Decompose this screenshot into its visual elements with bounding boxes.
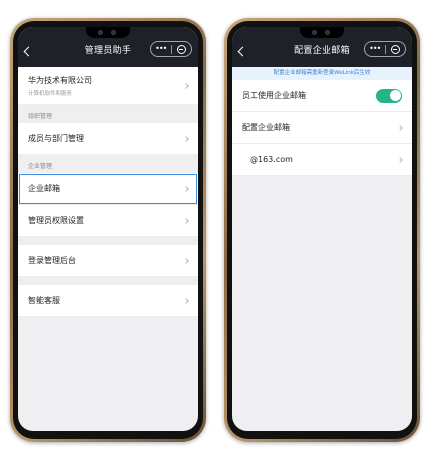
camera-lens-icon (98, 30, 103, 35)
login-admin-console-row[interactable]: 登录管理后台 (18, 245, 198, 277)
left-screen: 管理员助手 ••• 华为技术有限公司 计算机软件和服务 组织管理 成员与部门管理… (18, 27, 198, 431)
right-phone-bezel: 配置企业邮箱 ••• 配置企业邮箱需重新登录WeLink后生效 员工使用企业邮箱… (227, 21, 417, 439)
company-row[interactable]: 华为技术有限公司 计算机软件和服务 (18, 67, 198, 105)
minimize-circle-icon (176, 44, 186, 54)
members-label: 成员与部门管理 (28, 134, 84, 143)
company-industry: 计算机软件和服务 (28, 90, 73, 97)
smart-service-row[interactable]: 智能客服 (18, 285, 198, 317)
relogin-notice: 配置企业邮箱需重新登录WeLink后生效 (232, 67, 412, 80)
company-name: 华为技术有限公司 (28, 75, 92, 85)
email-label: 企业邮箱 (28, 184, 60, 193)
email-domain-row[interactable]: @163.com (232, 144, 412, 176)
camera-notch (86, 27, 130, 38)
use-email-row: 员工使用企业邮箱 (232, 80, 412, 112)
close-miniapp-button[interactable] (386, 44, 406, 54)
camera-lens-icon (325, 30, 330, 35)
service-label: 智能客服 (28, 296, 60, 305)
section-header-org: 组织管理 (28, 113, 53, 120)
left-phone-frame: 管理员助手 ••• 华为技术有限公司 计算机软件和服务 组织管理 成员与部门管理… (10, 18, 206, 442)
left-phone-bezel: 管理员助手 ••• 华为技术有限公司 计算机软件和服务 组织管理 成员与部门管理… (13, 21, 203, 439)
camera-lens-icon (111, 30, 116, 35)
section-header-enterprise: 企业管理 (28, 163, 53, 170)
login-admin-label: 登录管理后台 (28, 256, 76, 265)
members-departments-row[interactable]: 成员与部门管理 (18, 123, 198, 155)
right-phone-frame: 配置企业邮箱 ••• 配置企业邮箱需重新登录WeLink后生效 员工使用企业邮箱… (224, 18, 420, 442)
miniapp-capsule: ••• (364, 41, 406, 57)
permissions-label: 管理员权限设置 (28, 216, 84, 225)
use-email-toggle[interactable] (376, 88, 402, 103)
camera-notch (300, 27, 344, 38)
configure-email-label: 配置企业邮箱 (242, 123, 290, 132)
enterprise-email-row[interactable]: 企业邮箱 (18, 173, 198, 205)
more-icon[interactable]: ••• (365, 43, 385, 55)
right-navbar: 配置企业邮箱 ••• (232, 27, 412, 67)
left-navbar: 管理员助手 ••• (18, 27, 198, 67)
admin-permissions-row[interactable]: 管理员权限设置 (18, 205, 198, 237)
miniapp-capsule: ••• (150, 41, 192, 57)
more-icon[interactable]: ••• (151, 43, 171, 55)
close-miniapp-button[interactable] (172, 44, 192, 54)
email-domain-label: @163.com (250, 155, 293, 164)
camera-lens-icon (312, 30, 317, 35)
minimize-circle-icon (390, 44, 400, 54)
right-screen: 配置企业邮箱 ••• 配置企业邮箱需重新登录WeLink后生效 员工使用企业邮箱… (232, 27, 412, 431)
configure-email-row[interactable]: 配置企业邮箱 (232, 112, 412, 144)
